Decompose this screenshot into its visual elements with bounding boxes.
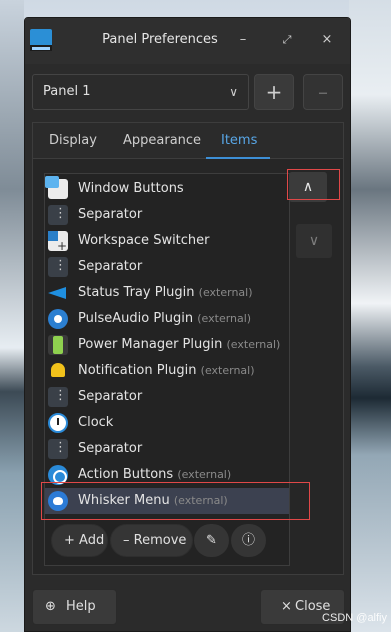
about-item-button[interactable]: ⓘ	[231, 524, 266, 557]
chevron-down-icon: ∨	[229, 85, 238, 99]
separator-icon	[48, 257, 68, 277]
list-item-label: Separator	[78, 441, 143, 456]
window-buttons-icon	[45, 176, 68, 199]
list-item-separator[interactable]: Separator	[45, 384, 289, 410]
tab-appearance[interactable]: Appearance	[123, 133, 201, 148]
list-item-label: Separator	[78, 207, 143, 222]
close-window-button[interactable]: ×	[317, 30, 337, 50]
edit-icon: ✎	[206, 533, 217, 548]
list-item-label: Separator	[78, 389, 143, 404]
edit-item-button[interactable]: ✎	[194, 524, 229, 557]
external-tag: (external)	[198, 286, 253, 299]
add-item-label: Add	[79, 533, 105, 548]
list-item-separator[interactable]: Separator	[45, 254, 289, 280]
help-button[interactable]: ⊕ Help	[32, 589, 117, 625]
external-tag: (external)	[226, 338, 281, 351]
list-item-separator[interactable]: Separator	[45, 436, 289, 462]
remove-item-label: Remove	[133, 533, 187, 548]
panel-preferences-window: Panel Preferences – ⤢ × Panel 1 ∨ + – Di…	[24, 17, 351, 632]
tab-display[interactable]: Display	[49, 133, 97, 148]
external-tag: (external)	[200, 364, 255, 377]
audio-icon	[48, 309, 68, 329]
window-title: Panel Preferences	[102, 32, 218, 47]
titlebar: Panel Preferences – ⤢ ×	[25, 18, 350, 64]
list-item-status-tray[interactable]: Status Tray Plugin (external)	[45, 280, 289, 306]
tab-bar: Display Appearance Items	[33, 123, 343, 159]
plus-icon: +	[64, 533, 75, 548]
megaphone-icon	[48, 283, 68, 303]
desktop-background-left	[0, 0, 24, 632]
list-item-notification[interactable]: Notification Plugin (external)	[45, 358, 289, 384]
external-tag: (external)	[197, 312, 252, 325]
clock-icon	[48, 413, 68, 433]
help-label: Help	[66, 599, 96, 614]
add-panel-button[interactable]: +	[254, 74, 294, 110]
remove-item-button[interactable]: – Remove	[110, 524, 193, 557]
separator-icon	[48, 205, 68, 225]
panel-select[interactable]: Panel 1 ∨	[32, 74, 249, 110]
separator-icon	[48, 439, 68, 459]
list-item-label: Window Buttons	[78, 181, 184, 196]
list-item-label: Clock	[78, 415, 114, 430]
remove-panel-button[interactable]: –	[303, 74, 343, 110]
list-item-label: Separator	[78, 259, 143, 274]
minimize-button[interactable]: –	[233, 30, 253, 50]
list-item-label: Workspace Switcher	[78, 233, 210, 248]
panel-select-value: Panel 1	[43, 84, 91, 99]
close-icon: ×	[281, 599, 292, 614]
add-item-button[interactable]: + Add	[51, 524, 108, 557]
watermark: CSDN @alfiy	[322, 612, 387, 624]
bell-icon	[48, 361, 68, 381]
battery-icon	[48, 335, 68, 355]
highlight-move-up	[287, 169, 340, 200]
list-item-label: Notification Plugin	[78, 363, 197, 378]
separator-icon	[48, 387, 68, 407]
maximize-button[interactable]: ⤢	[277, 30, 297, 50]
panel-preferences-icon	[30, 29, 52, 51]
desktop-background-right	[349, 0, 391, 632]
list-item-label: Status Tray Plugin	[78, 285, 195, 300]
info-icon: ⓘ	[241, 533, 255, 548]
list-item-label: Power Manager Plugin	[78, 337, 223, 352]
list-item-label: PulseAudio Plugin	[78, 311, 194, 326]
external-tag: (external)	[177, 468, 232, 481]
tab-items[interactable]: Items	[221, 133, 257, 148]
list-item-pulseaudio[interactable]: PulseAudio Plugin (external)	[45, 306, 289, 332]
minus-icon: –	[123, 533, 130, 548]
list-item-label: Action Buttons	[78, 467, 174, 482]
list-item-separator[interactable]: Separator	[45, 202, 289, 228]
list-item-workspace-switcher[interactable]: Workspace Switcher	[45, 228, 289, 254]
active-tab-indicator	[206, 157, 270, 159]
list-item-clock[interactable]: Clock	[45, 410, 289, 436]
lifebuoy-icon: ⊕	[45, 599, 56, 614]
move-down-button[interactable]: ∨	[296, 224, 332, 258]
highlight-whisker-menu	[41, 482, 310, 520]
workspace-switcher-icon	[48, 231, 68, 253]
list-item-power-manager[interactable]: Power Manager Plugin (external)	[45, 332, 289, 358]
list-item-window-buttons[interactable]: Window Buttons	[45, 176, 289, 202]
chevron-down-icon: ∨	[308, 233, 320, 249]
